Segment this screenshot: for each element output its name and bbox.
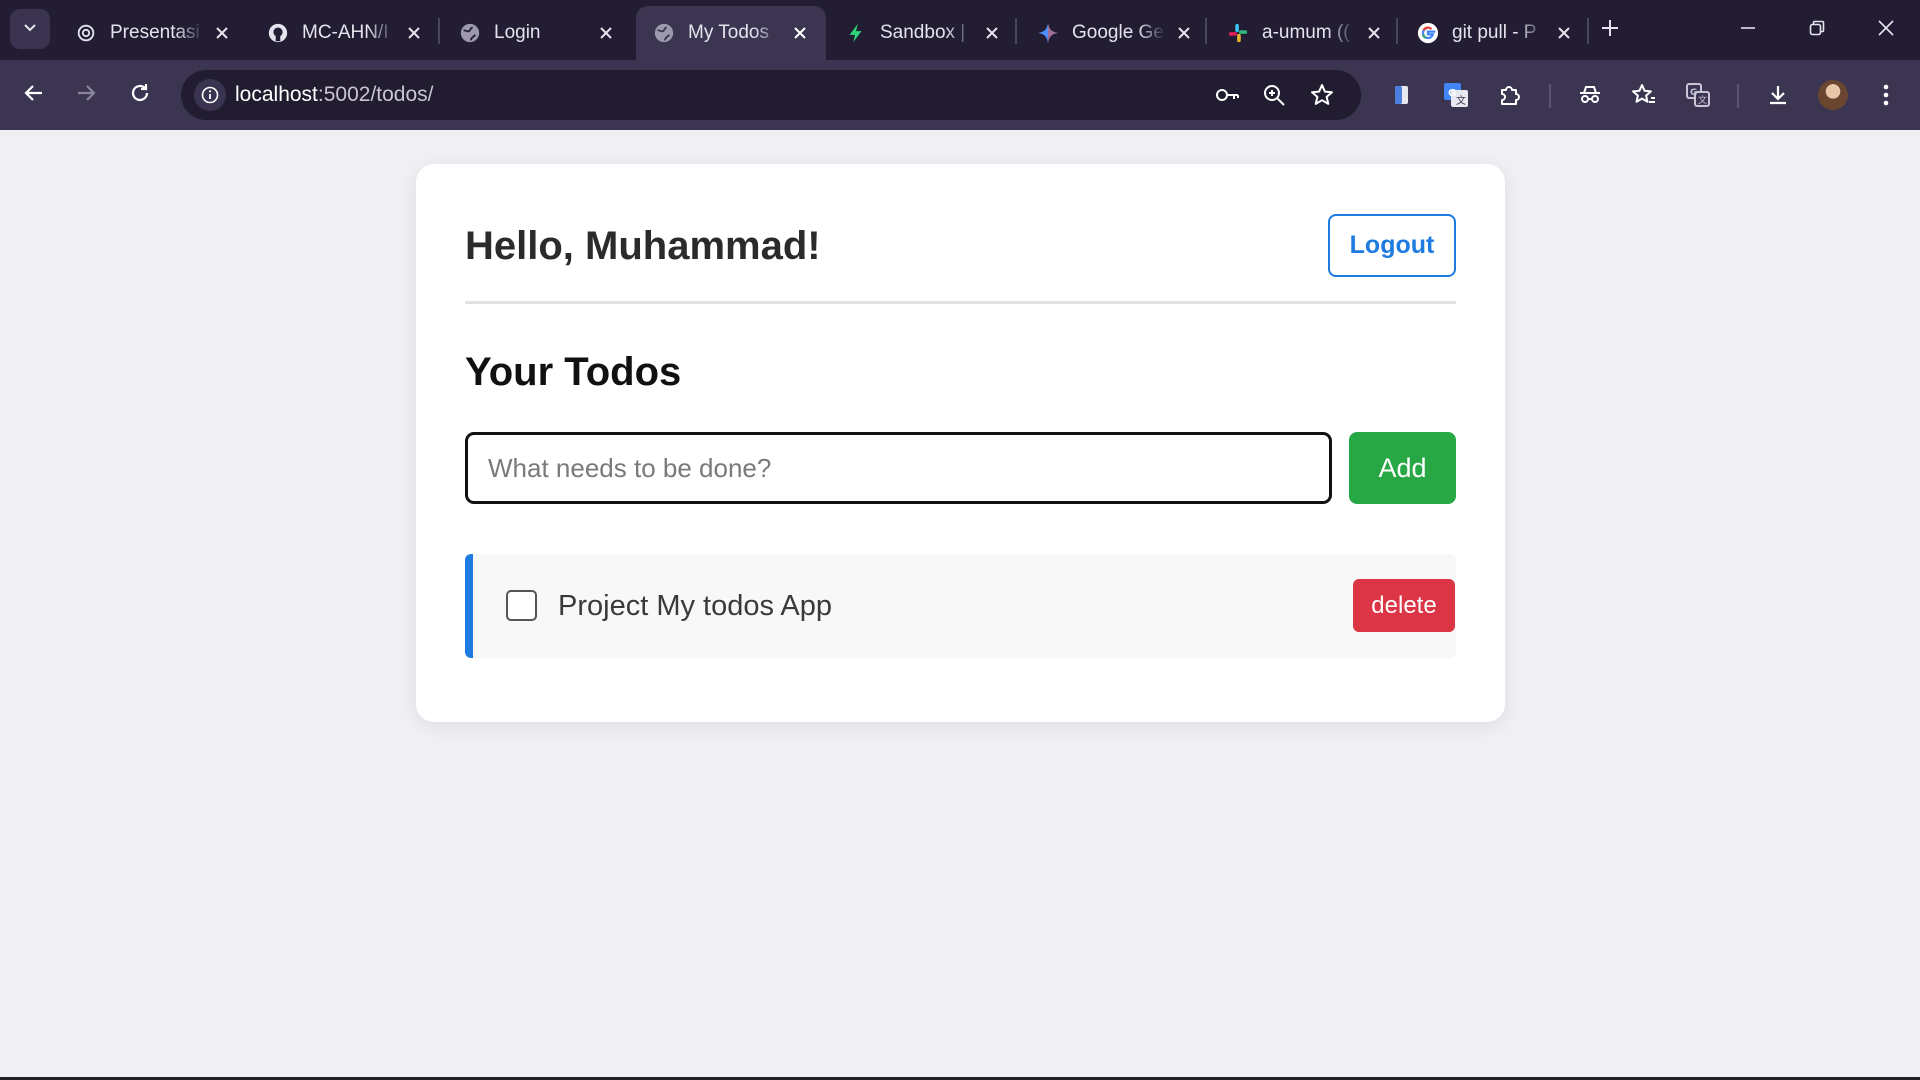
tab-search-button[interactable] (10, 9, 50, 49)
close-icon (1878, 19, 1894, 41)
globe-icon (652, 21, 676, 45)
header-divider (465, 301, 1456, 304)
bookmarks-star-list-icon[interactable] (1628, 79, 1660, 111)
slack-icon (1226, 21, 1250, 45)
minimize-button[interactable] (1723, 10, 1773, 50)
new-tab-button[interactable] (1593, 13, 1627, 47)
todos-heading: Your Todos (465, 350, 682, 394)
google-translate-extension-icon[interactable]: G文 (1440, 79, 1472, 111)
address-bar[interactable]: localhost:5002/todos/ (181, 70, 1361, 120)
tab-title: a-umum (( (1262, 22, 1350, 43)
close-window-button[interactable] (1861, 10, 1911, 50)
close-icon[interactable] (1552, 21, 1576, 45)
incognito-icon[interactable] (1574, 79, 1606, 111)
tab-my-todos[interactable]: My Todos (636, 6, 826, 60)
new-todo-input[interactable] (465, 432, 1332, 504)
profile-avatar[interactable] (1818, 80, 1848, 110)
tab-title: Google Ge (1072, 22, 1164, 43)
greeting-heading: Hello, Muhammad! (465, 224, 821, 268)
todo-card: Hello, Muhammad! Logout Your Todos Add P… (416, 164, 1505, 722)
restore-button[interactable] (1792, 10, 1842, 50)
bolt-icon (844, 21, 868, 45)
google-icon (1416, 21, 1440, 45)
svg-text:文: 文 (1698, 94, 1707, 106)
close-icon[interactable] (594, 21, 618, 45)
arrow-left-icon (23, 82, 45, 109)
tab-title: MC-AHN/I (302, 22, 389, 43)
reload-button[interactable] (120, 75, 160, 115)
password-key-icon[interactable] (1211, 79, 1243, 111)
url-text[interactable]: localhost:5002/todos/ (235, 83, 433, 107)
tab-github[interactable]: MC-AHN/I (250, 6, 440, 60)
tab-separator (1396, 18, 1398, 44)
forward-button[interactable] (66, 75, 106, 115)
plus-icon (1600, 18, 1620, 43)
svg-text:文: 文 (1456, 94, 1466, 107)
toolbar-divider (1737, 84, 1739, 108)
tab-separator (1015, 18, 1017, 44)
close-icon[interactable] (402, 21, 426, 45)
zoom-icon[interactable] (1258, 79, 1290, 111)
url-host: localhost (235, 83, 318, 106)
arrow-right-icon (75, 82, 97, 109)
close-icon[interactable] (980, 21, 1004, 45)
url-path: :5002/todos/ (317, 83, 434, 106)
tab-sandbox[interactable]: Sandbox | (828, 6, 1018, 60)
tab-title: My Todos (688, 22, 769, 43)
close-icon[interactable] (1172, 21, 1196, 45)
tab-title: git pull - P (1452, 22, 1537, 43)
delete-todo-button[interactable]: delete (1353, 579, 1455, 632)
todo-text: Project My todos App (558, 590, 833, 622)
more-menu-icon[interactable] (1870, 79, 1902, 111)
bookmark-star-icon[interactable] (1306, 79, 1338, 111)
tab-title: Login (494, 22, 541, 43)
close-icon[interactable] (788, 21, 812, 45)
reload-icon (129, 82, 151, 109)
extensions-puzzle-icon[interactable] (1494, 79, 1526, 111)
download-icon[interactable] (1762, 79, 1794, 111)
todo-checkbox[interactable] (506, 590, 537, 621)
close-icon[interactable] (210, 21, 234, 45)
todo-item: Project My todos App delete (465, 554, 1456, 658)
site-info-icon[interactable] (194, 79, 226, 111)
tab-login[interactable]: Login (442, 6, 632, 60)
browser-toolbar: localhost:5002/todos/ G文 G文 (0, 60, 1920, 130)
tab-title: Sandbox | (880, 22, 966, 43)
browser-tabstrip: Presentasi MC-AHN/I Login My Todos Sandb… (0, 0, 1920, 60)
translate-icon[interactable]: G文 (1682, 79, 1714, 111)
add-todo-button[interactable]: Add (1349, 432, 1456, 504)
restore-icon (1809, 20, 1825, 41)
openai-icon (74, 21, 98, 45)
github-icon (266, 21, 290, 45)
chevron-down-icon (22, 19, 38, 40)
back-button[interactable] (14, 75, 54, 115)
tab-separator (1587, 18, 1589, 44)
minimize-icon (1740, 20, 1756, 41)
tab-git-pull[interactable]: git pull - P (1400, 6, 1590, 60)
svg-text:G: G (1690, 88, 1697, 98)
close-icon[interactable] (1362, 21, 1386, 45)
tab-google-gemini[interactable]: Google Ge (1020, 6, 1210, 60)
logout-button[interactable]: Logout (1328, 214, 1456, 277)
gemini-icon (1036, 21, 1060, 45)
toolbar-divider (1549, 84, 1551, 108)
tab-presentasi[interactable]: Presentasi (58, 6, 248, 60)
globe-icon (458, 21, 482, 45)
extension-docs-icon[interactable] (1386, 79, 1418, 111)
tab-title: Presentasi (110, 22, 200, 43)
tab-slack[interactable]: a-umum (( (1210, 6, 1400, 60)
tab-separator (1205, 18, 1207, 44)
svg-text:G: G (1448, 88, 1456, 99)
